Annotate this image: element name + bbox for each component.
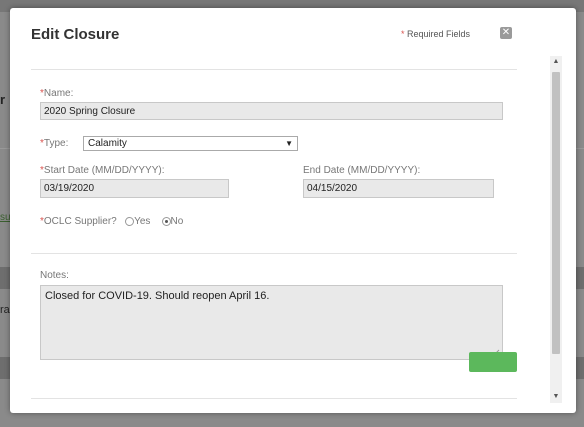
chevron-down-icon: ▼ — [285, 139, 293, 148]
type-label: *Type: — [40, 138, 69, 149]
type-selected-value: Calamity — [88, 138, 127, 149]
scrollbar-thumb[interactable] — [552, 72, 560, 354]
end-date-label: End Date (MM/DD/YYYY): — [303, 165, 421, 176]
save-button[interactable] — [469, 352, 517, 372]
supplier-no-label[interactable]: No — [171, 216, 184, 227]
middle-divider — [31, 253, 517, 254]
required-fields-note: * Required Fields — [401, 29, 470, 39]
oclc-supplier-label: OCLC Supplier? — [43, 216, 117, 227]
notes-text: Closed for COVID-19. Should reopen April… — [45, 290, 270, 302]
name-label: *Name: — [40, 88, 74, 99]
notes-label: Notes: — [40, 270, 69, 281]
scroll-up-icon[interactable]: ▲ — [550, 56, 562, 68]
required-star: * — [401, 29, 405, 39]
edit-closure-dialog: Edit Closure * Required Fields ✕ *Name: … — [10, 8, 576, 413]
start-date-field[interactable]: 03/19/2020 — [40, 179, 229, 198]
name-field[interactable]: 2020 Spring Closure — [40, 102, 503, 120]
type-select[interactable]: Calamity ▼ — [83, 136, 298, 151]
top-divider — [31, 69, 517, 70]
background-link-fragment: su — [0, 212, 11, 223]
supplier-no-radio[interactable] — [161, 217, 171, 226]
bottom-divider — [31, 398, 517, 399]
close-icon[interactable]: ✕ — [500, 27, 512, 39]
supplier-yes-radio[interactable] — [125, 217, 135, 226]
notes-textarea[interactable]: Closed for COVID-19. Should reopen April… — [40, 285, 503, 360]
end-date-field[interactable]: 04/15/2020 — [303, 179, 494, 198]
dialog-title: Edit Closure — [31, 26, 120, 43]
background-heading-fragment: r — [0, 92, 6, 107]
scroll-down-icon[interactable]: ▼ — [550, 391, 562, 403]
dialog-header: Edit Closure * Required Fields ✕ — [10, 8, 576, 56]
oclc-supplier-group: *OCLC Supplier? Yes No — [40, 216, 184, 227]
background-text-fragment: ra — [0, 304, 10, 316]
dialog-scrollbar[interactable]: ▲ ▼ — [550, 56, 562, 403]
start-date-label: *Start Date (MM/DD/YYYY): — [40, 165, 165, 176]
supplier-yes-label[interactable]: Yes — [134, 216, 150, 227]
required-fields-text: Required Fields — [407, 29, 471, 39]
